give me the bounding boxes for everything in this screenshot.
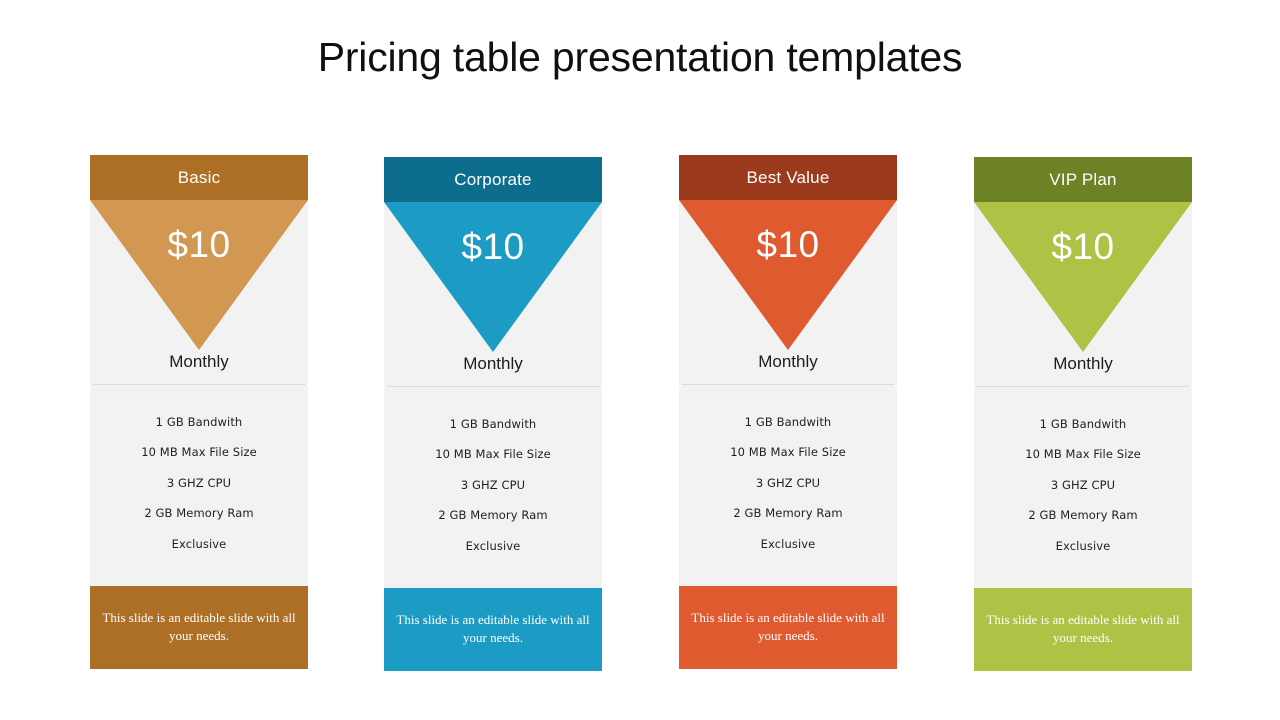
plan-header: VIP Plan [974,157,1192,202]
feature-item: Exclusive [465,538,521,553]
plan-header: Corporate [384,157,602,202]
feature-item: 3 GHZ CPU [460,477,526,492]
price-banner: $10 [679,200,897,350]
feature-item: 1 GB Bandwith [744,414,832,429]
price-amount: $10 [461,226,525,267]
feature-item: 1 GB Bandwith [155,414,243,429]
price-amount: $10 [756,224,820,265]
plan-name: Corporate [454,170,532,189]
card-footer[interactable]: This slide is an editable slide with all… [679,585,897,669]
feature-item: 3 GHZ CPU [755,475,821,490]
billing-period: Monthly [90,350,308,384]
feature-item: 2 GB Memory Ram [733,506,843,520]
billing-period-label: Monthly [758,352,818,371]
pricing-card[interactable]: Corporate $10 Monthly 1 GB Bandwith 10 MB Ma… [384,157,602,671]
feature-item: 10 MB Max File Size [435,447,551,461]
feature-item: 1 GB Bandwith [1039,416,1127,431]
billing-period: Monthly [679,350,897,384]
price-amount: $10 [167,224,231,265]
feature-item: 2 GB Memory Ram [438,508,548,522]
feature-item: 1 GB Bandwith [449,416,537,431]
card-footer[interactable]: This slide is an editable slide with all… [384,587,602,671]
feature-item: 10 MB Max File Size [730,445,846,459]
feature-list: 1 GB Bandwith 10 MB Max File Size 3 GHZ CP… [974,387,1192,588]
pricing-card[interactable]: VIP Plan $10 Monthly 1 GB Bandwith 10 MB Max… [974,157,1192,671]
feature-item: 3 GHZ CPU [1050,477,1116,492]
price-banner: $10 [974,202,1192,352]
price-triangle-icon [974,202,1192,352]
price-banner: $10 [384,202,602,352]
price-triangle-icon [90,200,308,350]
price-triangle-icon [384,202,602,352]
price-amount: $10 [1051,226,1115,267]
plan-name: VIP Plan [1049,170,1117,189]
plan-name: Basic [177,168,221,187]
price-banner: $10 [90,200,308,350]
feature-item: 10 MB Max File Size [141,445,257,459]
pricing-card[interactable]: Basic $10 Monthly 1 GB Bandwith 10 MB Max Fi… [90,155,308,669]
plan-header: Basic [90,155,308,200]
card-footer[interactable]: This slide is an editable slide with all… [974,587,1192,671]
footer-note: This slide is an editable slide with all… [396,612,590,645]
feature-item: Exclusive [760,536,816,551]
card-footer[interactable]: This slide is an editable slide with all… [90,585,308,669]
feature-item: 10 MB Max File Size [1025,447,1141,461]
footer-note: This slide is an editable slide with all… [986,612,1180,645]
billing-period-label: Monthly [169,352,229,371]
billing-period-label: Monthly [1053,354,1113,373]
feature-list: 1 GB Bandwith 10 MB Max File Size 3 GHZ CP… [90,385,308,586]
footer-note: This slide is an editable slide with all… [691,610,885,643]
footer-note: This slide is an editable slide with all… [102,610,296,643]
price-triangle-icon [679,200,897,350]
feature-item: Exclusive [1055,538,1111,553]
billing-period: Monthly [974,352,1192,386]
feature-item: 3 GHZ CPU [166,475,232,490]
feature-list: 1 GB Bandwith 10 MB Max File Size 3 GHZ CP… [384,387,602,588]
plan-header: Best Value [679,155,897,200]
billing-period-label: Monthly [463,354,523,373]
billing-period: Monthly [384,352,602,386]
pricing-card-deck: Basic $10 Monthly 1 GB Bandwith 10 MB Max Fi… [0,0,1280,720]
plan-name: Best Value [746,168,830,187]
feature-list: 1 GB Bandwith 10 MB Max File Size 3 GHZ CP… [679,385,897,586]
feature-item: 2 GB Memory Ram [1028,508,1138,522]
feature-item: Exclusive [171,536,227,551]
feature-item: 2 GB Memory Ram [144,506,254,520]
pricing-card[interactable]: Best Value $10 Monthly 1 GB Bandwith 10 MB M… [679,155,897,669]
